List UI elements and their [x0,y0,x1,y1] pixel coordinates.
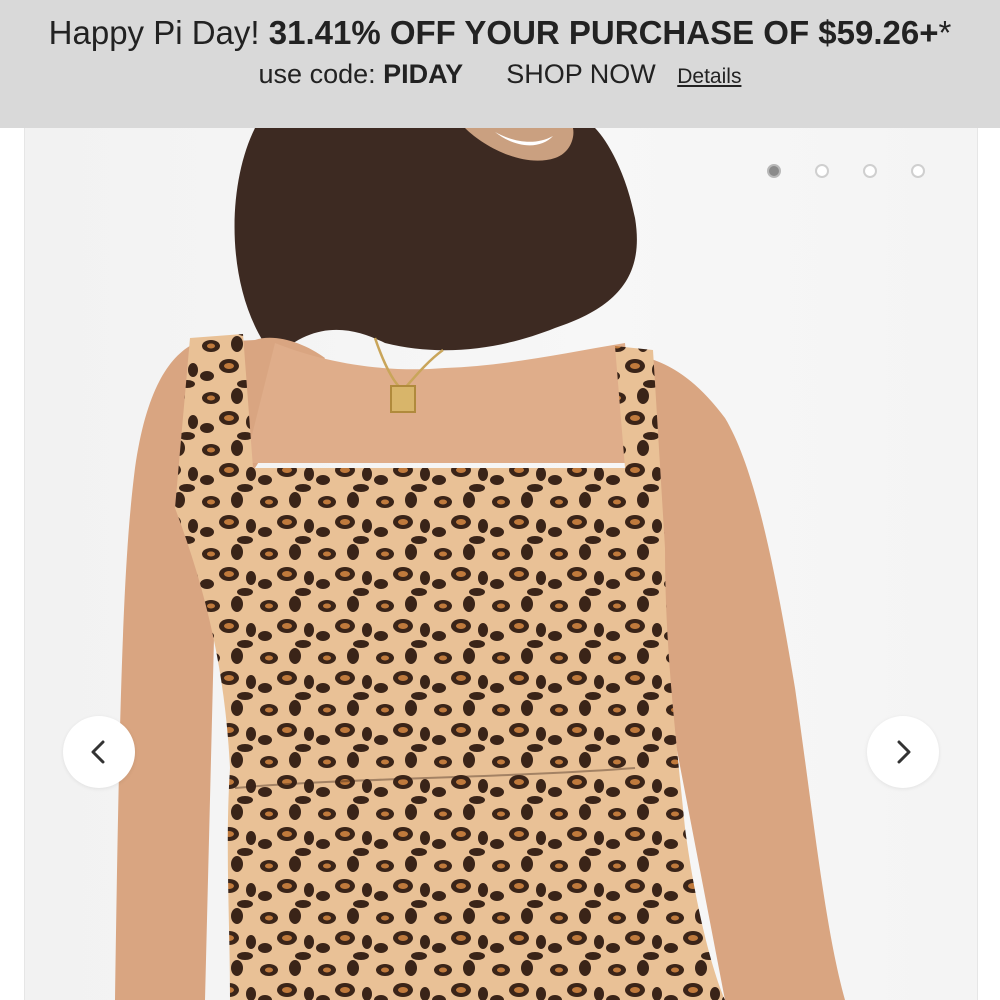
chevron-right-icon [897,740,911,764]
promo-code-line: use code: PIDAY SHOP NOW Details [0,56,1000,95]
product-photo [115,128,845,1000]
promo-intro: Happy Pi Day! [48,14,260,51]
details-link[interactable]: Details [677,65,741,88]
shop-now-link[interactable]: SHOP NOW [506,59,656,89]
carousel-dot-2[interactable] [815,164,829,178]
carousel-dot-3[interactable] [863,164,877,178]
carousel-dot-1[interactable] [767,164,781,178]
promo-headline: Happy Pi Day! 31.41% OFF YOUR PURCHASE O… [0,12,1000,54]
promo-code-label: use code: [258,59,376,89]
next-image-button[interactable] [867,716,939,788]
carousel-dot-4[interactable] [911,164,925,178]
promo-offer: 31.41% OFF YOUR PURCHASE OF $59.26+ [268,14,939,51]
previous-image-button[interactable] [63,716,135,788]
product-image-carousel[interactable] [24,128,978,1000]
carousel-dots [767,164,925,178]
promo-code: PIDAY [383,59,464,89]
promo-banner: Happy Pi Day! 31.41% OFF YOUR PURCHASE O… [0,0,1000,128]
promo-asterisk: * [938,14,952,51]
chevron-left-icon [91,740,105,764]
